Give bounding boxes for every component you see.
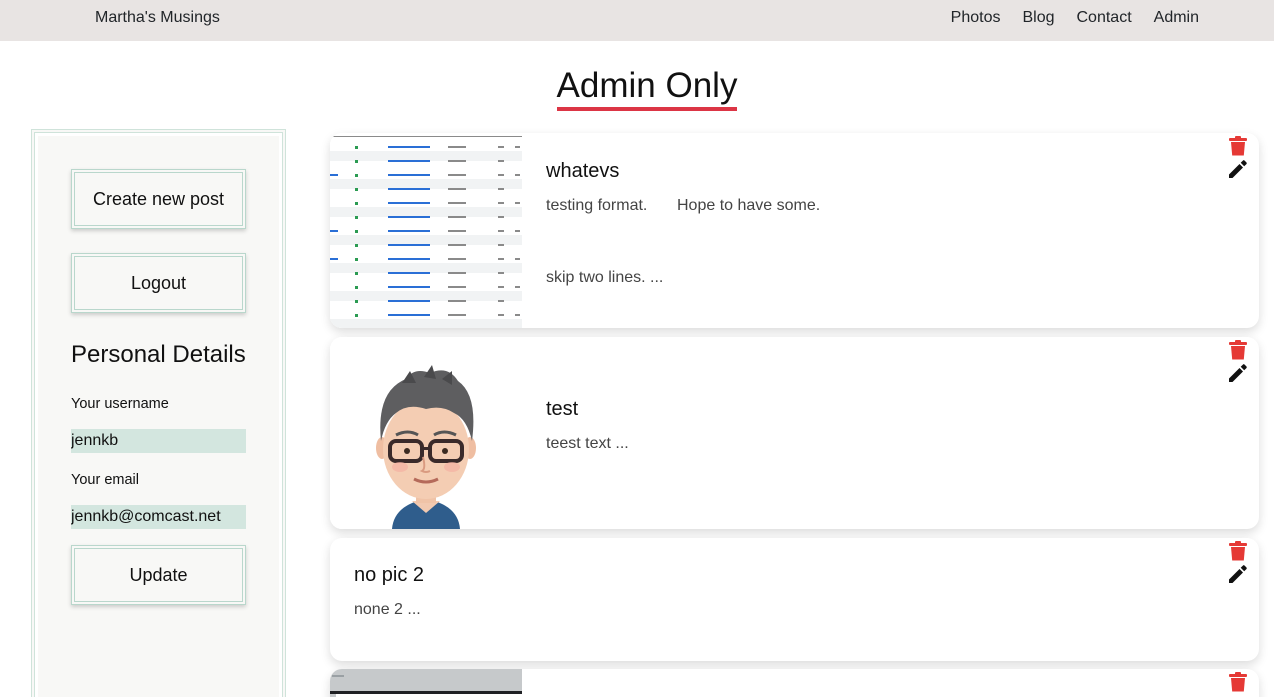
nav-link-blog[interactable]: Blog [1022,9,1054,27]
email-label: Your email [71,472,139,488]
trash-icon[interactable] [1229,136,1247,156]
post-title: test [546,398,579,420]
post-card[interactable]: test teest text ... [330,337,1259,529]
post-title: whatevs [546,160,620,182]
logout-button[interactable]: Logout [71,253,246,313]
create-post-button[interactable]: Create new post [71,169,246,229]
page-title-wrap: Admin Only [0,66,1274,112]
post-card[interactable]: no pic 2 none 2 ... [330,538,1259,661]
post-excerpt: none 2 ... [354,601,421,618]
nav-link-contact[interactable]: Contact [1077,9,1132,27]
post-thumbnail-image [330,133,522,328]
trash-icon[interactable] [1229,672,1247,692]
post-excerpt: Hope to have some. [677,197,821,214]
pencil-icon[interactable] [1228,363,1248,383]
update-button[interactable]: Update [71,545,246,605]
brand-link[interactable]: Martha's Musings [95,9,220,27]
personal-details-heading: Personal Details [71,341,246,368]
admin-sidebar: Create new post Logout Personal Details … [31,129,286,697]
post-title: no pic 2 [354,564,425,586]
nav-link-photos[interactable]: Photos [951,9,1001,27]
username-field[interactable] [71,429,246,453]
pencil-icon[interactable] [1228,564,1248,584]
gray-thumbnail [330,669,522,697]
post-thumbnail-image [330,669,522,697]
post-excerpt: skip two lines. ... [546,269,664,286]
nav-link-admin[interactable]: Admin [1154,9,1199,27]
post-card[interactable]: whatevs testing format. Hope to have som… [330,133,1259,328]
page-title: Admin Only [556,66,738,112]
username-label: Your username [71,396,169,412]
nav-links: Photos Blog Contact Admin [951,9,1199,27]
post-thumbnail-image [330,337,522,529]
post-excerpt: teest text ... [546,435,629,452]
spreadsheet-thumbnail [330,133,522,328]
pencil-icon[interactable] [1228,159,1248,179]
email-field[interactable] [71,505,246,529]
post-card[interactable] [330,669,1259,697]
avatar-thumbnail [330,337,522,529]
trash-icon[interactable] [1229,340,1247,360]
post-excerpt: testing format. [546,197,648,214]
top-navbar: Martha's Musings Photos Blog Contact Adm… [0,0,1274,41]
trash-icon[interactable] [1229,541,1247,561]
